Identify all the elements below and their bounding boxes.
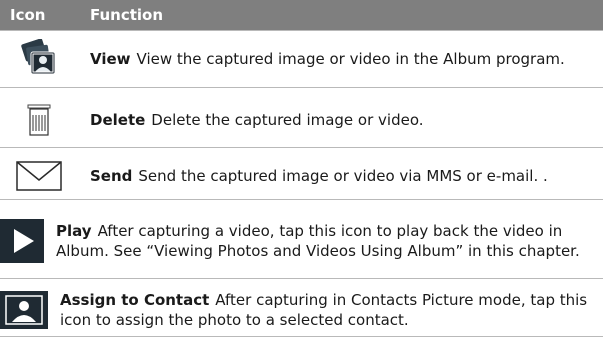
table-row-view: View View the captured image or video in … bbox=[0, 30, 603, 88]
trash-delete-icon bbox=[0, 100, 78, 140]
row-description: Send the captured image or video via MMS… bbox=[138, 166, 548, 185]
row-title: Play bbox=[56, 222, 92, 240]
table-header: Icon Function bbox=[0, 0, 603, 30]
row-title: Delete bbox=[90, 110, 146, 129]
album-view-icon bbox=[0, 39, 78, 79]
table-row-play: Play After capturing a video, tap this ic… bbox=[0, 204, 603, 279]
table-row-send: Send Send the captured image or video via… bbox=[0, 152, 603, 200]
row-title: Assign to Contact bbox=[60, 290, 210, 309]
row-text: Play After capturing a video, tap this ic… bbox=[44, 221, 603, 261]
contact-assign-icon bbox=[0, 290, 48, 329]
row-description: After capturing a video, tap this icon t… bbox=[56, 222, 580, 260]
header-icon-column: Icon bbox=[10, 6, 46, 24]
table-row-assign-contact: Assign to Contact After capturing in Cont… bbox=[0, 283, 603, 337]
row-text: Delete Delete the captured image or video… bbox=[78, 110, 432, 130]
row-text: View View the captured image or video in … bbox=[78, 49, 573, 69]
envelope-send-icon bbox=[0, 158, 78, 194]
row-description: View the captured image or video in the … bbox=[136, 50, 565, 68]
row-description: Delete the captured image or video. bbox=[151, 110, 424, 129]
icon-function-table: Icon Function View View the captured imag… bbox=[0, 0, 603, 337]
play-icon bbox=[0, 219, 44, 263]
row-text: Send Send the captured image or video via… bbox=[78, 166, 556, 186]
row-text: Assign to Contact After capturing in Cont… bbox=[48, 290, 603, 330]
row-title: Send bbox=[90, 166, 133, 185]
table-row-delete: Delete Delete the captured image or video… bbox=[0, 92, 603, 148]
header-function-column: Function bbox=[90, 6, 164, 24]
row-title: View bbox=[90, 50, 131, 68]
